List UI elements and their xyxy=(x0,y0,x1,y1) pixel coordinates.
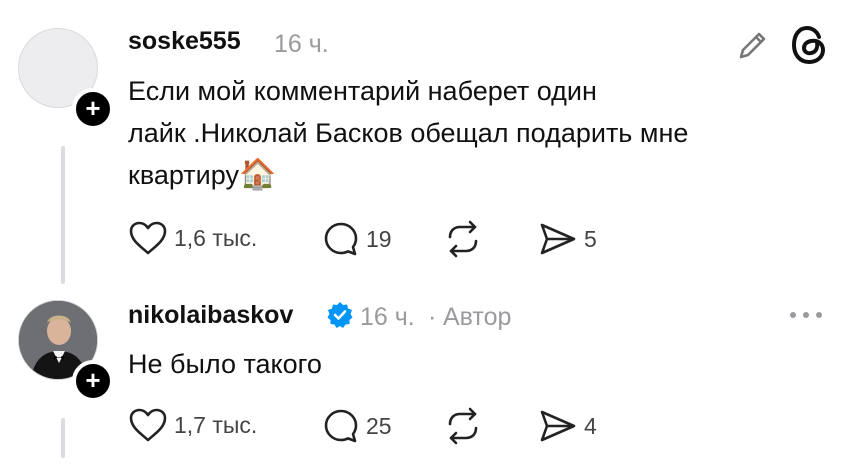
comment-icon xyxy=(324,409,358,443)
threads-logo-icon[interactable] xyxy=(790,24,830,66)
reply-button[interactable]: 19 xyxy=(322,220,392,258)
follow-plus-icon[interactable]: + xyxy=(72,360,114,402)
verified-icon xyxy=(327,302,353,328)
thread-line xyxy=(61,418,65,458)
reply-count: 25 xyxy=(366,412,392,439)
like-count: 1,7 тыс. xyxy=(174,411,258,438)
heart-icon xyxy=(129,221,167,255)
comment-line-text: квартиру xyxy=(128,160,239,190)
send-icon xyxy=(540,410,576,442)
comment-1: + soske555 16 ч. Если мой комментарий на… xyxy=(0,0,850,290)
more-icon[interactable] xyxy=(788,310,824,320)
reply-button[interactable]: 25 xyxy=(322,407,392,445)
follow-plus-icon[interactable]: + xyxy=(72,88,114,130)
share-count: 4 xyxy=(584,412,597,439)
username[interactable]: nikolaibaskov xyxy=(128,301,293,330)
thread-line xyxy=(61,146,65,284)
comment-line: лайк .Николай Басков обещал подарить мне xyxy=(128,118,689,148)
comment-icon xyxy=(324,222,358,256)
timestamp: 16 ч. xyxy=(360,303,415,331)
edit-icon[interactable] xyxy=(735,27,771,63)
comment-line: Если мой комментарий наберет один xyxy=(128,76,597,106)
comment-2: + nikolaibaskov 16 ч. · Автор Не было та… xyxy=(0,290,850,473)
like-count: 1,6 тыс. xyxy=(174,224,258,251)
comment-line: квартиру🏠 xyxy=(128,154,748,196)
author-label: Автор xyxy=(443,303,512,331)
timestamp: 16 ч. xyxy=(274,30,329,58)
share-button[interactable]: 4 xyxy=(538,407,597,445)
separator: · xyxy=(428,303,437,331)
send-icon xyxy=(540,223,576,255)
repost-icon xyxy=(448,220,478,258)
repost-icon xyxy=(448,407,478,445)
reply-count: 19 xyxy=(366,225,392,252)
share-count: 5 xyxy=(584,225,597,252)
comment-text: Не было такого xyxy=(128,349,322,379)
username[interactable]: soske555 xyxy=(128,27,241,56)
like-button[interactable]: 1,7 тыс. xyxy=(128,407,257,443)
like-button[interactable]: 1,6 тыс. xyxy=(128,220,257,256)
repost-button[interactable] xyxy=(442,407,484,445)
repost-button[interactable] xyxy=(442,220,484,258)
heart-icon xyxy=(129,408,167,442)
share-button[interactable]: 5 xyxy=(538,220,597,258)
comment-text: Если мой комментарий наберет один лайк .… xyxy=(128,70,748,196)
house-emoji: 🏠 xyxy=(238,158,277,191)
